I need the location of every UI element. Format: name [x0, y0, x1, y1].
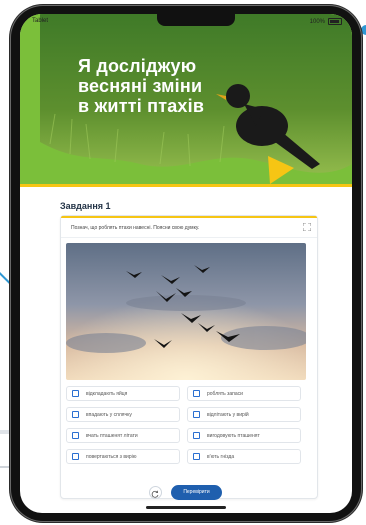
option-item[interactable]: роблять запаси — [187, 386, 301, 401]
hero-title-line: весняні зміни — [78, 76, 203, 96]
checkbox[interactable] — [72, 453, 79, 460]
card-accent-bar — [61, 216, 317, 218]
card-divider — [61, 237, 317, 238]
option-item[interactable]: відлітають у вирій — [187, 407, 301, 422]
option-label: відлітають у вирій — [207, 412, 249, 418]
battery-percent: 100% — [309, 18, 325, 25]
option-label: вигодовують пташенят — [207, 433, 260, 439]
hero-title-line: Я досліджую — [78, 56, 197, 76]
option-item[interactable]: вигодовують пташенят — [187, 428, 301, 443]
hero-title: Я досліджую весняні зміни в житті птахів — [78, 56, 278, 116]
decor-dot-right — [361, 25, 366, 35]
option-label: в'ють гнізда — [207, 454, 235, 460]
option-label: впадають у сплячку — [86, 412, 132, 418]
option-item[interactable]: повертаються з вирію — [66, 449, 180, 464]
option-label: вчать пташенят літати — [86, 433, 138, 439]
task-photo — [66, 243, 306, 380]
checkbox[interactable] — [193, 432, 200, 439]
camera-notch — [157, 14, 235, 26]
checkbox[interactable] — [72, 390, 79, 397]
option-item[interactable]: впадають у сплячку — [66, 407, 180, 422]
home-indicator — [146, 506, 226, 509]
expand-icon[interactable] — [303, 223, 311, 231]
checkbox[interactable] — [193, 390, 200, 397]
task-title: Завдання 1 — [60, 201, 111, 211]
decor-bar-small — [0, 466, 10, 468]
hero-title-line: в житті птахів — [78, 96, 205, 116]
task-card: Познач, що роблять птахи навесні. Поясни… — [60, 215, 318, 500]
checkbox[interactable] — [72, 432, 79, 439]
status-device: Tablet — [32, 18, 49, 24]
option-label: роблять запаси — [207, 391, 243, 397]
check-button[interactable]: Перевірити — [171, 485, 222, 500]
option-item[interactable]: вчать пташенят літати — [66, 428, 180, 443]
checkbox[interactable] — [193, 411, 200, 418]
tablet-device: Tablet 100% Я досліджую весняні зміни в … — [11, 6, 361, 521]
hero-banner: Я досліджую весняні зміни в житті птахів — [20, 14, 352, 184]
option-item[interactable]: в'ють гнізда — [187, 449, 301, 464]
option-label: повертаються з вирію — [86, 454, 137, 460]
tablet-screen: Tablet 100% Я досліджую весняні зміни в … — [20, 14, 352, 513]
reset-icon — [151, 490, 159, 498]
battery-icon — [328, 18, 342, 25]
checkbox[interactable] — [193, 453, 200, 460]
option-label: відкладають яйця — [86, 391, 128, 397]
reset-button[interactable] — [149, 486, 162, 499]
hero-underline — [20, 184, 352, 187]
option-item[interactable]: відкладають яйця — [66, 386, 180, 401]
status-battery-group: 100% — [310, 18, 342, 25]
task-instruction: Познач, що роблять птахи навесні. Поясни… — [71, 225, 200, 231]
checkbox[interactable] — [72, 411, 79, 418]
birds-sunset-image — [66, 243, 306, 380]
